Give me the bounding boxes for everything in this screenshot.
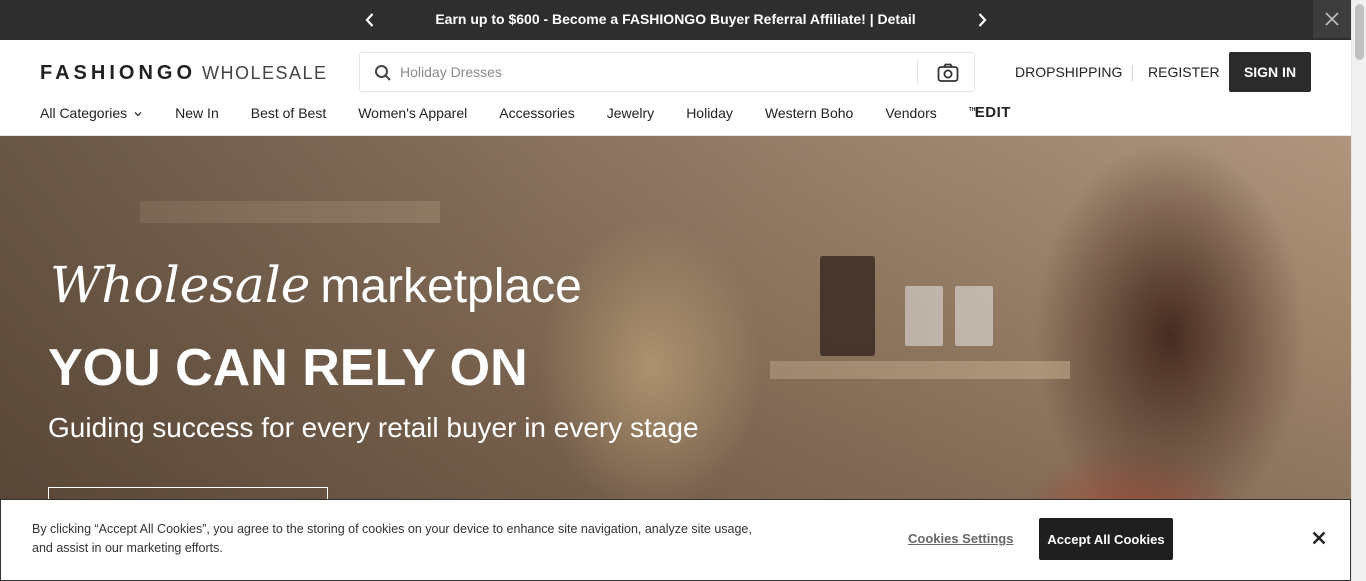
page: Earn up to $600 - Become a FASHIONGO Buy… bbox=[0, 0, 1366, 581]
promo-bar: Earn up to $600 - Become a FASHIONGO Buy… bbox=[0, 0, 1351, 40]
promo-close-button[interactable] bbox=[1313, 0, 1351, 38]
nav-item-accessories[interactable]: Accessories bbox=[499, 104, 574, 122]
logo-sub: WHOLESALE bbox=[202, 63, 328, 83]
link-divider bbox=[1132, 65, 1133, 81]
logo-main: FASHIONGO bbox=[40, 62, 197, 84]
chevron-down-icon bbox=[134, 112, 142, 117]
nav-item-western-boho[interactable]: Western Boho bbox=[765, 104, 853, 122]
close-icon[interactable] bbox=[1309, 528, 1329, 548]
chevron-right-icon[interactable] bbox=[970, 8, 994, 32]
nav-item-label: All Categories bbox=[40, 105, 128, 121]
cookie-banner: By clicking “Accept All Cookies”, you ag… bbox=[0, 499, 1351, 581]
nav-item-holiday[interactable]: Holiday bbox=[686, 104, 733, 122]
register-link[interactable]: REGISTER bbox=[1148, 64, 1220, 80]
edit-word-text: EDIT bbox=[974, 104, 1011, 121]
nav-item-womens-apparel[interactable]: Women's Apparel bbox=[358, 104, 467, 122]
hero-title-line1: Wholesale marketplace bbox=[50, 256, 582, 314]
hero-subheadline: Guiding success for every retail buyer i… bbox=[48, 412, 699, 443]
search-icon[interactable] bbox=[374, 64, 392, 82]
nav-item-jewelry[interactable]: Jewelry bbox=[607, 104, 654, 122]
hero-light-word: marketplace bbox=[320, 260, 582, 313]
close-icon bbox=[1325, 12, 1339, 26]
cookies-settings-link[interactable]: Cookies Settings bbox=[908, 531, 1013, 546]
camera-icon[interactable] bbox=[936, 61, 960, 85]
category-nav: All Categories New In Best of Best Women's … bbox=[40, 104, 1011, 124]
accept-all-cookies-button[interactable]: Accept All Cookies bbox=[1039, 518, 1173, 560]
nav-item-new-in[interactable]: New In bbox=[175, 104, 219, 122]
hero-headline: YOU CAN RELY ON bbox=[48, 339, 528, 397]
page-scrollbar[interactable] bbox=[1351, 0, 1366, 581]
promo-text[interactable]: Earn up to $600 - Become a FASHIONGO Buy… bbox=[0, 0, 1351, 40]
search-bar bbox=[359, 52, 975, 92]
hero-italic-word: Wholesale bbox=[50, 256, 311, 314]
nav-item-best-of-best[interactable]: Best of Best bbox=[251, 104, 326, 122]
dropshipping-link[interactable]: DROPSHIPPING bbox=[1015, 64, 1122, 80]
the-edit-logo[interactable]: THEEDIT bbox=[969, 104, 1011, 122]
fashiongo-logo[interactable]: FASHIONGO WHOLESALE bbox=[40, 62, 328, 84]
search-divider bbox=[917, 59, 918, 85]
sign-in-button[interactable]: SIGN IN bbox=[1229, 52, 1311, 92]
scrollbar-thumb[interactable] bbox=[1355, 4, 1364, 60]
nav-item-vendors[interactable]: Vendors bbox=[885, 104, 936, 122]
site-header: FASHIONGOWHOLESALE DROPSHIPPING REGISTER… bbox=[0, 40, 1351, 136]
cookie-message: By clicking “Accept All Cookies”, you ag… bbox=[32, 522, 752, 555]
nav-item-all-categories[interactable]: All Categories bbox=[40, 104, 143, 122]
search-input[interactable] bbox=[400, 53, 870, 91]
